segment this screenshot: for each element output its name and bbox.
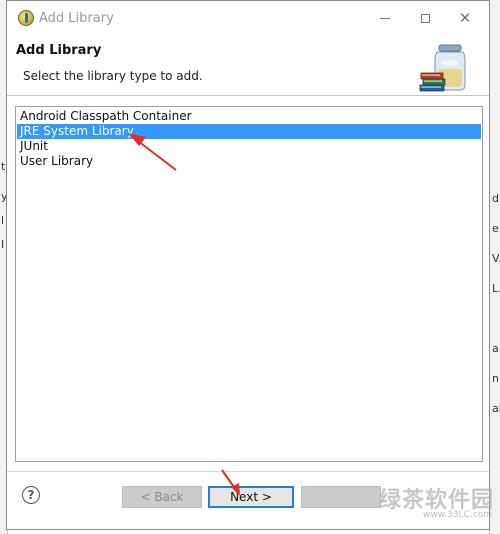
list-item-android-classpath-container[interactable]: Android Classpath Container: [17, 109, 481, 124]
help-icon: ?: [27, 488, 35, 502]
add-library-dialog: Add Library ✕ Add Library Select the lib…: [6, 0, 490, 530]
wizard-page-description: Select the library type to add.: [23, 69, 203, 83]
background-text: L.: [492, 282, 500, 295]
wizard-header: Add Library Select the library type to a…: [7, 35, 489, 96]
close-icon: ✕: [458, 9, 472, 27]
footer-separator: [7, 471, 489, 472]
library-jar-books-icon: [419, 44, 466, 92]
watermark-url: www.33LC.com: [423, 510, 492, 520]
background-text: e: [492, 222, 499, 235]
maximize-button[interactable]: [405, 5, 445, 31]
window-title: Add Library: [39, 11, 114, 26]
list-item-junit[interactable]: JUnit: [17, 139, 481, 154]
minimize-button[interactable]: [365, 5, 405, 31]
background-text: a: [492, 342, 499, 355]
help-button[interactable]: ?: [22, 486, 40, 504]
next-button-label: Next >: [230, 490, 272, 504]
list-item-label: User Library: [20, 154, 94, 168]
background-text: d: [492, 192, 499, 205]
background-text: n: [492, 372, 499, 385]
back-button[interactable]: < Back: [122, 486, 202, 508]
screenshot-root: t y l I d e V. L. a n al Add Library ✕: [0, 0, 500, 534]
list-item-label: JRE System Library: [20, 124, 134, 138]
minimize-icon: [380, 17, 390, 19]
background-text: al: [492, 402, 500, 415]
library-type-list[interactable]: Android Classpath Container JRE System L…: [15, 106, 483, 462]
back-button-label: < Back: [140, 490, 184, 504]
list-item-jre-system-library[interactable]: JRE System Library: [17, 124, 481, 139]
next-button[interactable]: Next >: [208, 486, 294, 508]
list-item-user-library[interactable]: User Library: [17, 154, 481, 169]
list-item-label: Android Classpath Container: [20, 109, 192, 123]
background-text: V.: [492, 252, 500, 265]
eclipse-app-icon: [18, 10, 34, 26]
wizard-page-title: Add Library: [16, 43, 102, 58]
background-window-right: d e V. L. a n al: [489, 0, 500, 534]
maximize-icon: [420, 13, 430, 23]
list-item-label: JUnit: [20, 139, 48, 153]
finish-button[interactable]: [301, 486, 381, 508]
title-bar[interactable]: Add Library ✕: [7, 1, 489, 35]
close-button[interactable]: ✕: [445, 5, 485, 31]
